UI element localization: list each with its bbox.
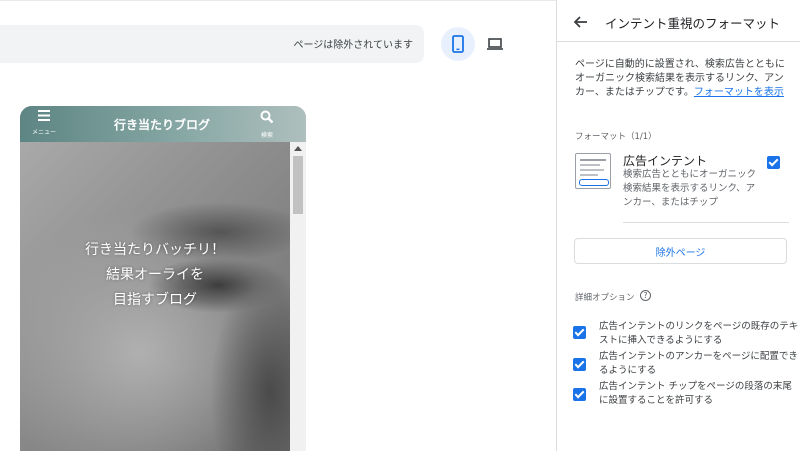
hero-tagline: 行き当たりバッチリ！ 結果オーライを 目指すブログ: [20, 238, 290, 313]
laptop-icon: [487, 38, 503, 50]
smartphone-icon: [452, 35, 464, 53]
view-format-link[interactable]: フォーマットを表示: [694, 87, 784, 98]
blog-hero-image: 行き当たりバッチリ！ 結果オーライを 目指すブログ: [20, 142, 290, 451]
preview-scrollbar[interactable]: [290, 142, 306, 451]
excluded-pages-button[interactable]: 除外ページ: [574, 238, 787, 264]
blog-menu-label: メニュー: [31, 129, 56, 136]
hamburger-menu-icon: [38, 110, 50, 121]
format-divider: [623, 222, 789, 223]
option-label-links: 広告インテントのリンクをページの既存のテキストに挿入できるようにする: [599, 321, 799, 346]
page-root: ページは除外されています メニュー 行き当たりブログ 検索 行き当たりバッチリ！…: [0, 0, 800, 451]
hero-line-2: 結果オーライを: [106, 267, 204, 283]
option-label-anchors: 広告インテントのアンカーをページに配置できるようにする: [599, 351, 798, 376]
back-button[interactable]: [571, 12, 591, 32]
search-icon: [260, 110, 274, 124]
option-label-chips: 広告インテント チップをページの段落の末尾に設置することを許可する: [599, 381, 792, 406]
panel-title: インテント重視のフォーマット: [605, 16, 781, 31]
page-excluded-status: ページは除外されています: [293, 40, 414, 51]
scroll-up-arrow-icon[interactable]: [294, 146, 302, 151]
preview-status-bar: ページは除外されています: [0, 25, 424, 63]
advanced-options-label: 詳細オプション: [575, 293, 635, 303]
hero-line-3: 目指すブログ: [113, 292, 197, 308]
format-description: 検索広告とともにオーガニック検索結果を表示するリンク、アンカー、またはチップ: [623, 169, 757, 208]
scroll-thumb[interactable]: [293, 156, 303, 214]
hero-line-1: 行き当たりバッチリ！: [85, 242, 225, 258]
blog-menu-button[interactable]: メニュー: [30, 110, 58, 136]
blog-header: メニュー 行き当たりブログ 検索: [20, 106, 306, 142]
preview-area: ページは除外されています メニュー 行き当たりブログ 検索 行き当たりバッチリ！…: [0, 0, 556, 451]
mobile-preview-frame: メニュー 行き当たりブログ 検索 行き当たりバッチリ！ 結果オーライを 目指すブ…: [20, 106, 306, 451]
option-checkbox-chips[interactable]: [573, 388, 586, 401]
format-checkbox[interactable]: [767, 156, 780, 169]
ad-intent-format-thumbnail-icon: [575, 153, 611, 189]
option-checkbox-anchors[interactable]: [573, 358, 586, 371]
panel-description: ページに自動的に設置され、検索広告とともにオーガニック検索結果を表示するリンク、…: [575, 58, 789, 100]
help-icon[interactable]: ?: [640, 290, 651, 301]
blog-title[interactable]: 行き当たりブログ: [114, 116, 210, 133]
panel-header: インテント重視のフォーマット: [557, 0, 800, 42]
top-divider: [0, 0, 556, 1]
blog-search-label: 検索: [260, 132, 273, 139]
blog-search-button[interactable]: 検索: [256, 109, 278, 139]
desktop-view-button[interactable]: [478, 27, 512, 61]
arrow-back-icon: [573, 16, 587, 28]
settings-panel: インテント重視のフォーマット ページに自動的に設置され、検索広告とともにオーガニ…: [556, 0, 800, 451]
format-section-label: フォーマット（1/1）: [575, 132, 657, 142]
mobile-view-button[interactable]: [441, 27, 475, 61]
format-name: 広告インテント: [623, 154, 708, 168]
option-checkbox-links[interactable]: [573, 326, 586, 339]
